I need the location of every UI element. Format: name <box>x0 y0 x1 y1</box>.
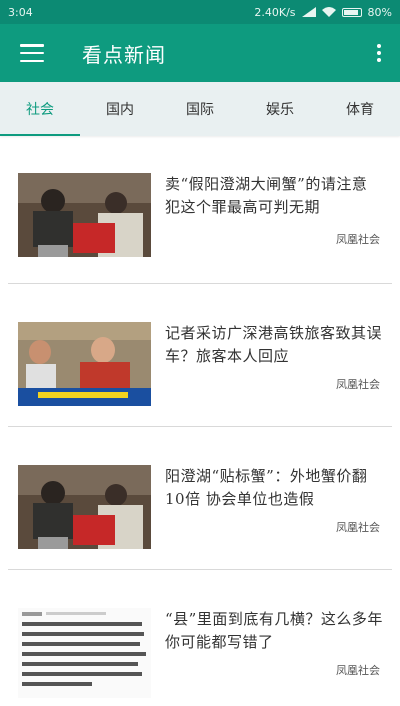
status-bar: 3:04 2.40K/s 80% <box>0 0 400 24</box>
network-speed: 2.40K/s <box>254 5 296 19</box>
article-source: 凤凰社会 <box>336 664 380 677</box>
article-source: 凤凰社会 <box>336 233 380 246</box>
article-title: 记者采访广深港高铁旅客致其误车？旅客本人回应 <box>165 324 383 365</box>
tab-sports[interactable]: 体育 <box>320 82 400 136</box>
tab-international[interactable]: 国际 <box>160 82 240 136</box>
article-source: 凤凰社会 <box>336 378 380 391</box>
category-tabs: 社会 国内 国际 娱乐 体育 <box>0 82 400 136</box>
article-thumbnail <box>18 322 151 406</box>
status-time: 3:04 <box>8 5 33 19</box>
article-title: “县”里面到底有几横？这么多年你可能都写错了 <box>165 610 383 651</box>
battery-icon <box>341 7 362 17</box>
signal-icon <box>301 7 316 17</box>
article-card[interactable]: 记者采访广深港高铁旅客致其误车？旅客本人回应 凤凰社会 <box>8 284 392 427</box>
app-bar: 看点新闻 <box>0 24 400 82</box>
article-card[interactable]: 阳澄湖“贴标蟹”：外地蟹价翻10倍 协会单位也造假 凤凰社会 <box>8 427 392 570</box>
wifi-icon <box>321 7 336 17</box>
article-thumbnail <box>18 173 151 257</box>
article-list: 卖“假阳澄湖大闸蟹”的请注意 犯这个罪最高可判无期 凤凰社会 记者采访广深港高铁… <box>0 136 400 706</box>
status-icons: 2.40K/s 80% <box>254 6 392 19</box>
app-title: 看点新闻 <box>82 42 166 67</box>
article-card[interactable]: 卖“假阳澄湖大闸蟹”的请注意 犯这个罪最高可判无期 凤凰社会 <box>8 136 392 284</box>
battery-level: 80% <box>367 5 392 19</box>
tab-entertainment[interactable]: 娱乐 <box>240 82 320 136</box>
article-thumbnail <box>18 465 151 549</box>
tab-society[interactable]: 社会 <box>0 82 80 136</box>
more-options-icon[interactable] <box>374 44 384 62</box>
article-source: 凤凰社会 <box>336 521 380 534</box>
article-title: 卖“假阳澄湖大闸蟹”的请注意 犯这个罪最高可判无期 <box>165 175 368 216</box>
article-thumbnail <box>18 608 151 698</box>
menu-icon[interactable] <box>20 44 44 62</box>
tab-domestic[interactable]: 国内 <box>80 82 160 136</box>
article-title: 阳澄湖“贴标蟹”：外地蟹价翻10倍 协会单位也造假 <box>165 467 368 508</box>
article-card[interactable]: “县”里面到底有几横？这么多年你可能都写错了 凤凰社会 <box>8 570 392 706</box>
